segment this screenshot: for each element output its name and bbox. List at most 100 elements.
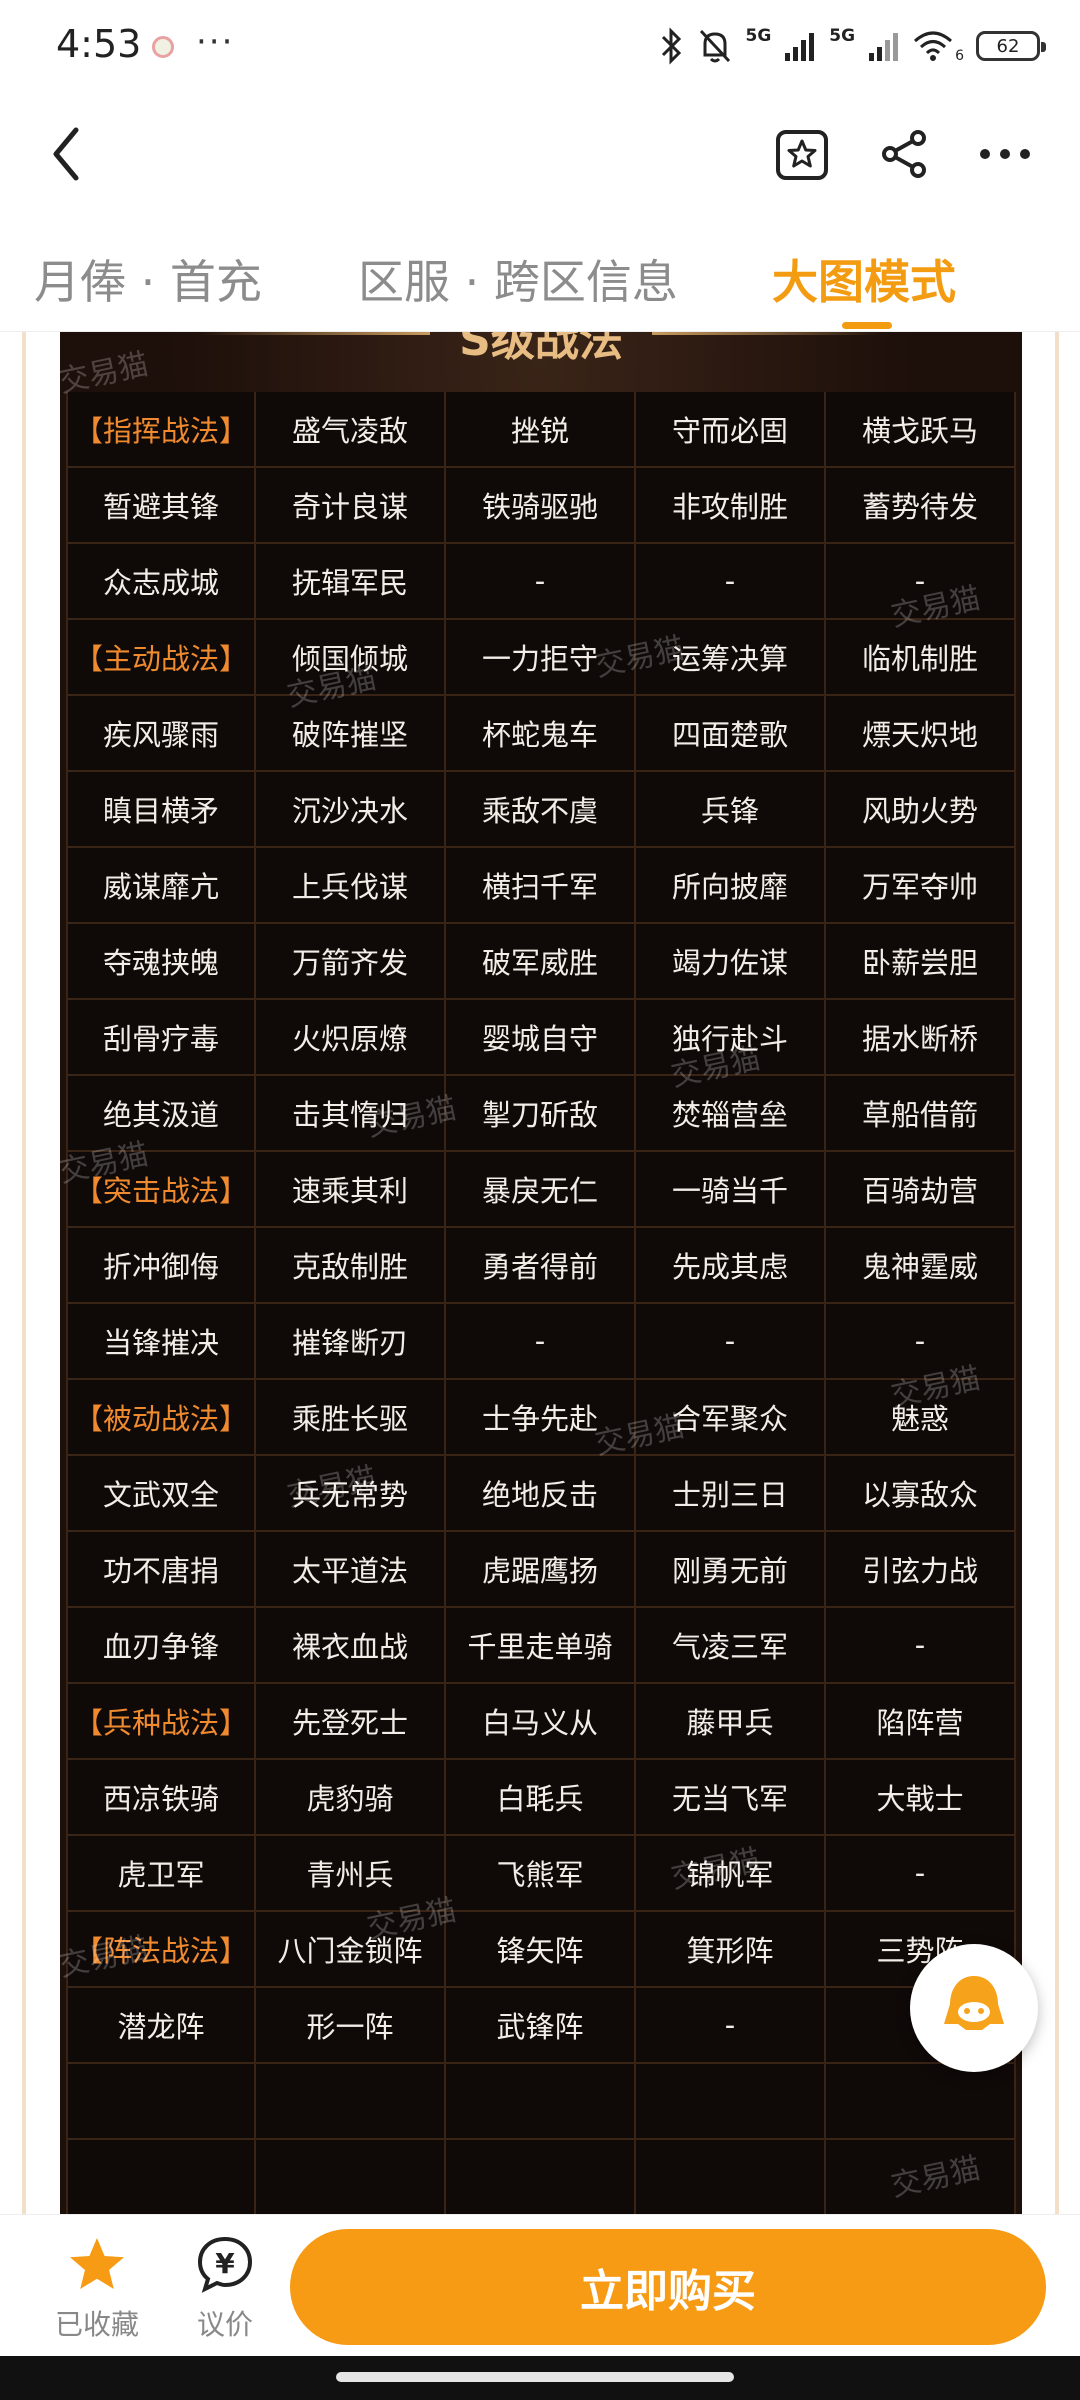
frame-border-left [22, 332, 26, 2214]
grid-row: 虎卫军 青州兵 飞熊军 锦帆军 - [66, 1836, 1016, 1912]
skill-cell: 引弦力战 [826, 1532, 1016, 1608]
grid-row: 绝其汲道 击其惰归 掣刀斫敌 焚辎营垒 草船借箭 [66, 1076, 1016, 1152]
skill-grid: 【指挥战法】 盛气凌敌 挫锐 守而必固 横戈跃马 暂避其锋 奇计良谋 铁骑驱驰 非攻制胜 蓄势待发… [66, 392, 1016, 2214]
skill-cell: 克敌制胜 [256, 1228, 446, 1304]
grid-row: 文武双全 兵无常势 绝地反击 士别三日 以寡敌众 [66, 1456, 1016, 1532]
panel-title: S级战法 [459, 332, 623, 366]
skill-cell: 飞熊军 [446, 1836, 636, 1912]
customer-service-button[interactable] [910, 1944, 1038, 2072]
skill-cell: 士别三日 [636, 1456, 826, 1532]
battery-level: 62 [996, 35, 1020, 57]
skill-cell: 瞋目横矛 [66, 772, 256, 848]
skill-cell: 形一阵 [256, 1988, 446, 2064]
skill-cell: 掣刀斫敌 [446, 1076, 636, 1152]
tab-salary-first-charge[interactable]: 月俸 · 首充 [34, 246, 262, 312]
skill-cell: 众志成城 [66, 544, 256, 620]
skill-cell: 所向披靡 [636, 848, 826, 924]
skill-cell: 刮骨疗毒 [66, 1000, 256, 1076]
skill-cell: 兵锋 [636, 772, 826, 848]
skill-cell: 临机制胜 [826, 620, 1016, 696]
buy-now-button[interactable]: 立即购买 [290, 2229, 1046, 2345]
category-cell: 【阵法战法】 [66, 1912, 256, 1988]
skill-cell [826, 2140, 1016, 2214]
battery-icon: 62 [976, 31, 1046, 61]
skill-cell: 虎豹骑 [256, 1760, 446, 1836]
skill-cell [826, 2064, 1016, 2140]
skill-cell: 虎踞鹰扬 [446, 1532, 636, 1608]
skill-cell [446, 2140, 636, 2214]
skill-cell: 风助火势 [826, 772, 1016, 848]
grid-row: 【主动战法】 倾国倾城 一力拒守 运筹决算 临机制胜 [66, 620, 1016, 696]
skill-cell: 白马义从 [446, 1684, 636, 1760]
skill-cell: 摧锋断刃 [256, 1304, 446, 1380]
network-type: 5G [745, 26, 772, 46]
bargain-button[interactable]: ¥ 议价 [170, 2235, 280, 2343]
grid-row: 威谋靡亢 上兵伐谋 横扫千军 所向披靡 万军夺帅 [66, 848, 1016, 924]
skill-cell: 破军威胜 [446, 924, 636, 1000]
favorite-toolbar-button[interactable] [770, 120, 834, 188]
skill-cell: 一骑当千 [636, 1152, 826, 1228]
bluetooth-icon [662, 27, 682, 65]
mute-bell-icon [700, 29, 731, 63]
grid-row [66, 2064, 1016, 2140]
yuan-glyph: ¥ [215, 2247, 235, 2280]
skill-cell: 太平道法 [256, 1532, 446, 1608]
more-options-button[interactable] [970, 120, 1040, 188]
grid-row: 众志成城 抚辑军民 - - - [66, 544, 1016, 620]
category-cell: 【兵种战法】 [66, 1684, 256, 1760]
favorited-label: 已收藏 [54, 2308, 139, 2341]
skill-cell: 万军夺帅 [826, 848, 1016, 924]
grid-row: 【突击战法】 速乘其利 暴戾无仁 一骑当千 百骑劫营 [66, 1152, 1016, 1228]
skill-cell: 横戈跃马 [826, 392, 1016, 468]
favorited-button[interactable]: 已收藏 [42, 2235, 152, 2343]
skill-cell: 藤甲兵 [636, 1684, 826, 1760]
home-gesture-handle[interactable] [336, 2372, 734, 2382]
skill-cell [66, 2064, 256, 2140]
skill-cell: 青州兵 [256, 1836, 446, 1912]
grid-row: 血刃争锋 裸衣血战 千里走单骑 气凌三军 - [66, 1608, 1016, 1684]
skill-cell: 运筹决算 [636, 620, 826, 696]
skill-cell [256, 2064, 446, 2140]
back-button[interactable] [36, 120, 96, 188]
skill-cell: 以寡敌众 [826, 1456, 1016, 1532]
grid-row [66, 2140, 1016, 2214]
skill-cell: 先成其虑 [636, 1228, 826, 1304]
skill-cell: 潜龙阵 [66, 1988, 256, 2064]
status-more-icon: ··· [196, 22, 235, 62]
grid-row: 疾风骤雨 破阵摧坚 杯蛇鬼车 四面楚歌 熛天炽地 [66, 696, 1016, 772]
skill-cell: - [636, 1304, 826, 1380]
skill-cell: 万箭齐发 [256, 924, 446, 1000]
skill-cell: 独行赴斗 [636, 1000, 826, 1076]
skill-cell: 陷阵营 [826, 1684, 1016, 1760]
skill-cell: 威谋靡亢 [66, 848, 256, 924]
skill-cell: 百骑劫营 [826, 1152, 1016, 1228]
tab-large-image-mode[interactable]: 大图模式 [772, 246, 956, 312]
skill-cell: 挫锐 [446, 392, 636, 468]
grid-row: 暂避其锋 奇计良谋 铁骑驱驰 非攻制胜 蓄势待发 [66, 468, 1016, 544]
skill-cell: 刚勇无前 [636, 1532, 826, 1608]
chevron-left-icon [53, 127, 79, 181]
skill-cell: 锋矢阵 [446, 1912, 636, 1988]
skill-cell: 乘敌不虞 [446, 772, 636, 848]
skill-cell: 兵无常势 [256, 1456, 446, 1532]
skill-cell: 竭力佐谋 [636, 924, 826, 1000]
skill-cell: 先登死士 [256, 1684, 446, 1760]
skill-cell: 抚辑军民 [256, 544, 446, 620]
grid-row: 折冲御侮 克敌制胜 勇者得前 先成其虑 鬼神霆威 [66, 1228, 1016, 1304]
skill-cell: 击其惰归 [256, 1076, 446, 1152]
skill-cell: 疾风骤雨 [66, 696, 256, 772]
skill-cell: 守而必固 [636, 392, 826, 468]
skill-cell [636, 2064, 826, 2140]
customer-service-icon [944, 1976, 1004, 2030]
skill-cell: 千里走单骑 [446, 1608, 636, 1684]
share-button[interactable] [872, 120, 936, 188]
skill-cell: - [826, 544, 1016, 620]
tab-server-info[interactable]: 区服 · 跨区信息 [358, 246, 678, 312]
share-icon [882, 130, 926, 178]
skill-cell: 锦帆军 [636, 1836, 826, 1912]
skill-cell: 大戟士 [826, 1760, 1016, 1836]
skill-cell: 倾国倾城 [256, 620, 446, 696]
skill-cell: 白毦兵 [446, 1760, 636, 1836]
skill-cell: 八门金锁阵 [256, 1912, 446, 1988]
content-area[interactable]: S级战法 【指挥战法】 盛气凌敌 挫锐 守而必固 横戈跃马 暂避其锋 奇计良谋 铁骑驱驰 非攻制… [0, 332, 1080, 2214]
